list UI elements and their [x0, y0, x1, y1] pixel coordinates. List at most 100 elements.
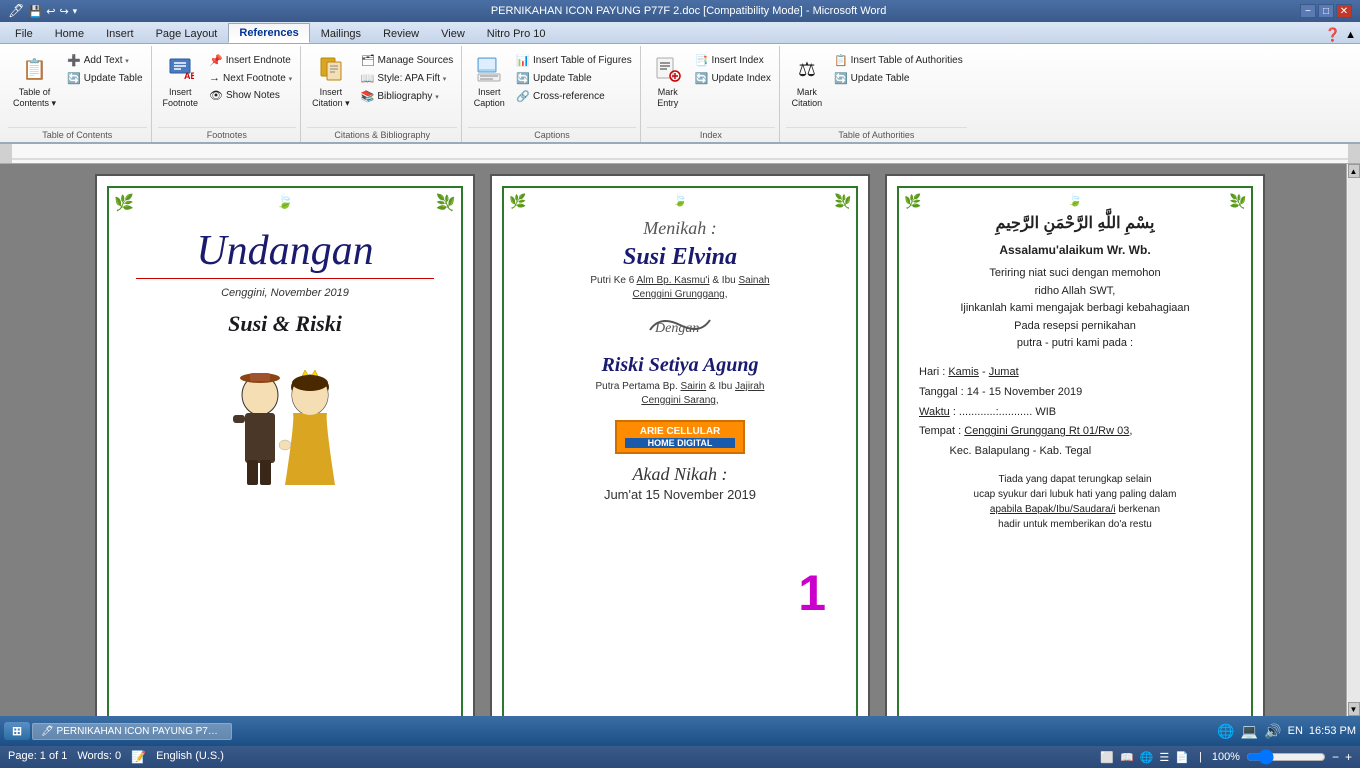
view-icon-print[interactable]: ⬜: [1100, 751, 1114, 764]
cross-reference-button[interactable]: 🔗 Cross-reference: [512, 88, 635, 105]
update-captions-icon: 🔄: [516, 72, 530, 85]
minimize-button[interactable]: −: [1300, 4, 1316, 18]
card3-closing: Tiada yang dapat terungkap selain ucap s…: [969, 472, 1182, 532]
couple-illustration: [205, 345, 365, 505]
group-footnotes-label: Footnotes: [158, 127, 297, 142]
show-notes-button[interactable]: 👁 Show Notes: [205, 87, 296, 104]
card2-akad-date: Jum'at 15 November 2019: [604, 487, 756, 502]
page-card-2: 🌿 🍃 🌿 Menikah : Susi Elvina Putri Ke 6 A…: [490, 174, 870, 736]
tof-icon: 📊: [516, 54, 530, 67]
close-button[interactable]: ✕: [1336, 4, 1352, 18]
start-button[interactable]: ⊞: [4, 722, 30, 740]
card1-names: Susi & Riski: [228, 311, 342, 337]
mark-citation-button[interactable]: ⚖ MarkCitation: [786, 50, 828, 112]
caption-icon: [473, 53, 505, 85]
svg-text:AB: AB: [184, 71, 194, 81]
sys-sound-icon: 🔊: [1264, 723, 1281, 740]
status-bar: Page: 1 of 1 Words: 0 📝 English (U.S.) ⬜…: [0, 746, 1360, 768]
tab-page-layout[interactable]: Page Layout: [145, 23, 229, 43]
card3-arabic: بِسْمِ اللَّهِ الرَّحْمَنِ الرَّحِيمِ: [996, 213, 1155, 233]
tab-insert[interactable]: Insert: [95, 23, 145, 43]
insert-index-icon: 📑: [695, 54, 709, 67]
tab-references[interactable]: References: [228, 23, 309, 43]
update-table-toc-button[interactable]: 🔄 Update Table: [63, 70, 146, 87]
tab-nitro[interactable]: Nitro Pro 10: [476, 23, 557, 43]
update-index-button[interactable]: 🔄 Update Index: [691, 70, 775, 87]
update-toa-button[interactable]: 🔄 Update Table: [830, 70, 967, 87]
next-footnote-icon: →: [209, 72, 220, 84]
view-icon-outline[interactable]: ☰: [1159, 751, 1169, 764]
insert-table-of-figures-button[interactable]: 📊 Insert Table of Figures: [512, 52, 635, 69]
quick-access-undo[interactable]: ↩: [46, 5, 55, 18]
bibliography-button[interactable]: 📚 Bibliography ▾: [357, 88, 458, 105]
zoom-out-icon[interactable]: −: [1332, 750, 1339, 764]
tab-mailings[interactable]: Mailings: [310, 23, 372, 43]
add-text-button[interactable]: ➕ Add Text ▾: [63, 52, 146, 69]
card2-akad-label: Akad Nikah :: [633, 464, 728, 485]
insert-toa-button[interactable]: 📋 Insert Table of Authorities: [830, 52, 967, 69]
status-zoom: 100%: [1212, 751, 1240, 763]
tab-view[interactable]: View: [430, 23, 476, 43]
page-inner-2: 🌿 🍃 🌿 Menikah : Susi Elvina Putri Ke 6 A…: [502, 186, 858, 724]
taskbar-word-item[interactable]: 🖊 PERNIKAHAN ICON PAYUNG P77F 2.doc...: [32, 723, 232, 740]
toa-icon: 📋: [834, 54, 848, 67]
quick-access-save[interactable]: 💾: [29, 5, 43, 18]
taskbar-system-tray: 🌐 💻 🔊 EN 16:53 PM: [1217, 723, 1356, 740]
zoom-slider[interactable]: [1246, 751, 1326, 763]
insert-index-button[interactable]: 📑 Insert Index: [691, 52, 775, 69]
word-icon: 🖊: [8, 3, 25, 19]
style-button[interactable]: 📖 Style: APA Fift ▾: [357, 70, 458, 87]
status-right: ⬜ 📖 🌐 ☰ 📄 | 100% − +: [1100, 750, 1352, 764]
mark-citation-icon: ⚖: [791, 53, 823, 85]
group-table-of-contents: 📋 Table ofContents ▾ ➕ Add Text ▾ 🔄 Upda…: [4, 46, 152, 142]
quick-access-redo[interactable]: ↪: [59, 5, 68, 18]
update-table-captions-button[interactable]: 🔄 Update Table: [512, 70, 635, 87]
ad-line2: HOME DIGITAL: [625, 438, 735, 448]
insert-citation-button[interactable]: InsertCitation ▾: [307, 50, 355, 112]
style-icon: 📖: [361, 72, 375, 85]
ruler-content: [0, 144, 1360, 163]
next-footnote-button[interactable]: → Next Footnote ▾: [205, 70, 296, 86]
group-captions-label: Captions: [468, 127, 635, 142]
group-table-of-authorities: ⚖ MarkCitation 📋 Insert Table of Authori…: [782, 46, 971, 142]
vertical-scrollbar[interactable]: ▲ ▼: [1346, 164, 1360, 716]
status-left: Page: 1 of 1 Words: 0 📝 English (U.S.): [8, 750, 224, 764]
title-bar-left: 🖊 💾 ↩ ↪ ▾: [8, 3, 77, 19]
group-index-label: Index: [647, 127, 775, 142]
cross-ref-icon: 🔗: [516, 90, 530, 103]
manage-sources-button[interactable]: 🗂 Manage Sources: [357, 52, 458, 69]
zoom-in-icon[interactable]: +: [1345, 750, 1352, 764]
group-toa-label: Table of Authorities: [786, 127, 967, 142]
card3-body: Teriring niat suci dengan memohon ridho …: [955, 265, 1194, 353]
card2-bride-info: Putri Ke 6 Alm Bp. Kasmu'i & Ibu Sainah …: [590, 274, 769, 302]
card1-hr: [136, 278, 435, 279]
maximize-button[interactable]: □: [1318, 4, 1334, 18]
ribbon: 📋 Table ofContents ▾ ➕ Add Text ▾ 🔄 Upda…: [0, 44, 1360, 144]
ribbon-collapse[interactable]: ▲: [1345, 29, 1356, 41]
title-bar-controls[interactable]: − □ ✕: [1300, 4, 1352, 18]
tab-file[interactable]: File: [4, 23, 44, 43]
endnote-icon: 📌: [209, 54, 223, 67]
tab-review[interactable]: Review: [372, 23, 430, 43]
view-icon-fullread[interactable]: 📖: [1120, 751, 1134, 764]
insert-endnote-button[interactable]: 📌 Insert Endnote: [205, 52, 296, 69]
update-toc-icon: 🔄: [67, 72, 81, 85]
insert-footnote-button[interactable]: AB InsertFootnote: [158, 50, 204, 112]
card2-header: Menikah :: [643, 218, 716, 239]
svg-text:Dengan: Dengan: [654, 321, 699, 336]
view-icon-draft[interactable]: 📄: [1175, 751, 1189, 764]
card2-bride-name: Susi Elvina: [623, 244, 737, 271]
view-icon-web[interactable]: 🌐: [1140, 751, 1154, 764]
ad-banner: ARIE CELLULAR HOME DIGITAL: [615, 420, 745, 454]
mark-entry-button[interactable]: MarkEntry: [647, 50, 689, 112]
ribbon-help[interactable]: ❓: [1325, 27, 1341, 43]
ribbon-tabs: File Home Insert Page Layout References …: [0, 22, 1360, 44]
card3-details: Hari : Kamis - Jumat Tanggal : 14 - 15 N…: [909, 363, 1241, 462]
table-of-contents-button[interactable]: 📋 Table ofContents ▾: [8, 50, 61, 112]
card2-number: 1: [798, 564, 826, 622]
citation-icon: [315, 53, 347, 85]
tab-home[interactable]: Home: [44, 23, 95, 43]
toc-icon: 📋: [19, 53, 51, 85]
insert-caption-button[interactable]: InsertCaption: [468, 50, 510, 112]
system-clock: 16:53 PM: [1309, 725, 1356, 737]
